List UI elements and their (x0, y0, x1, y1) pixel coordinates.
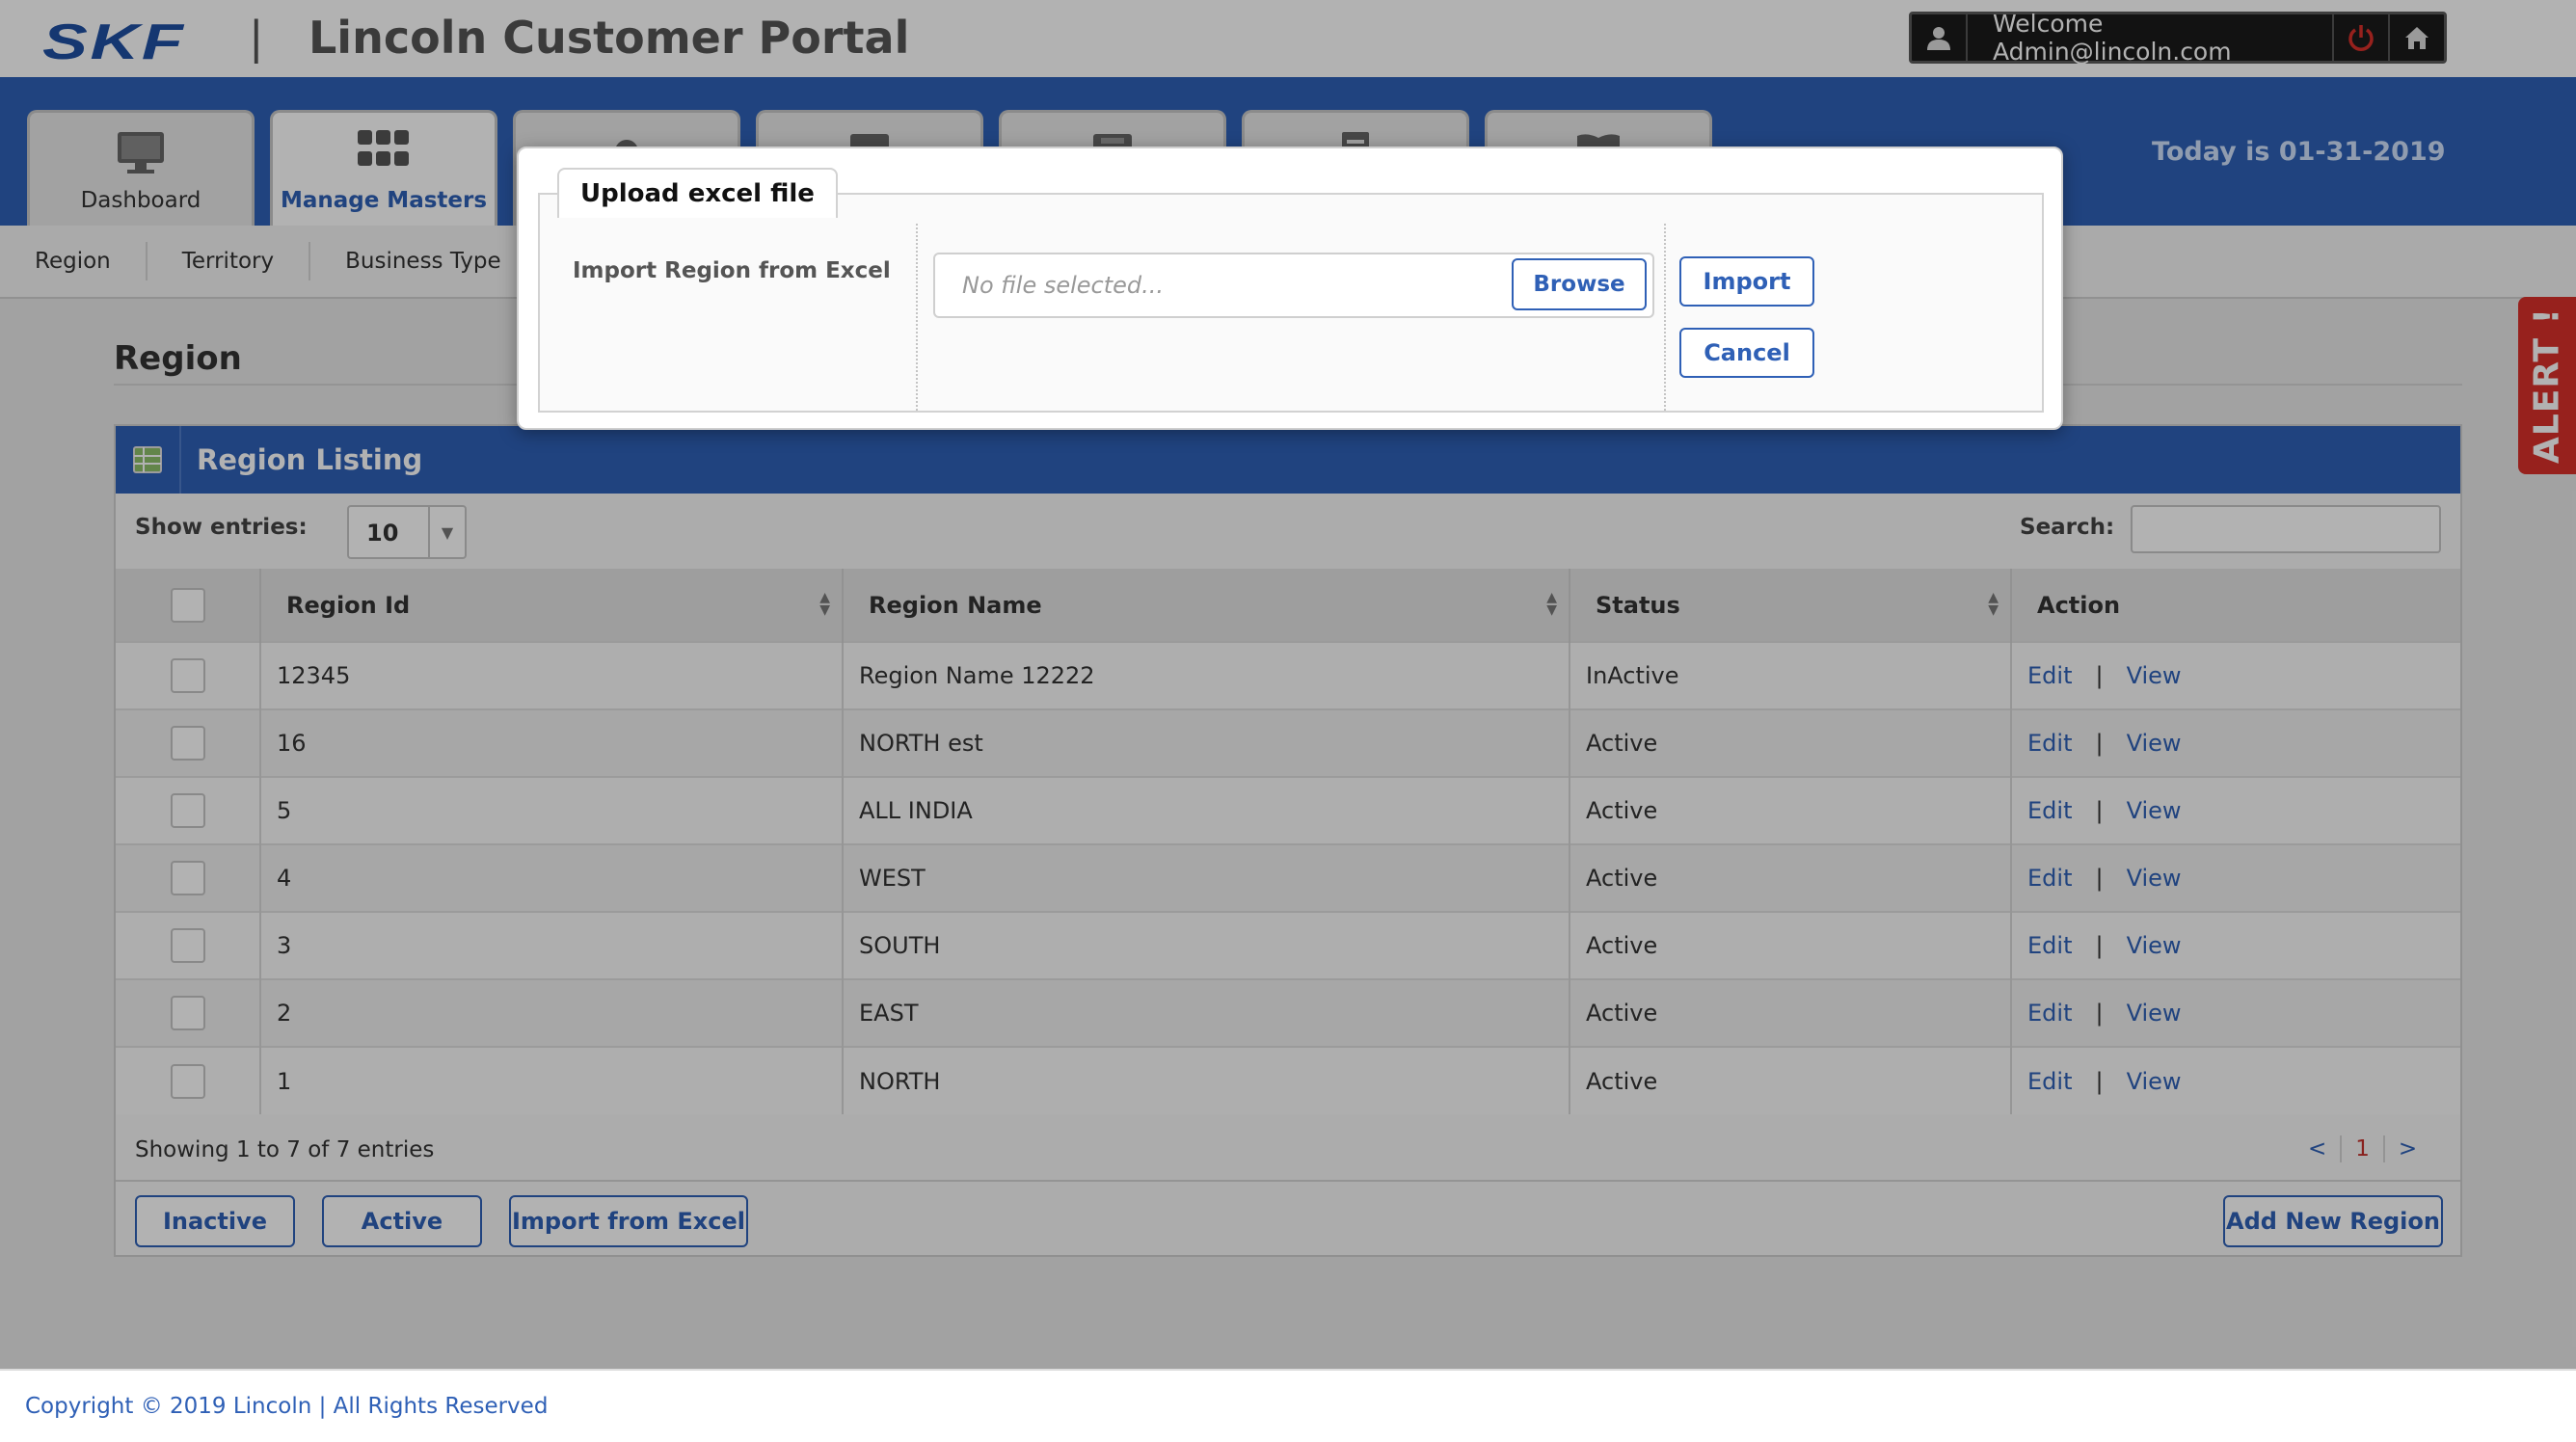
import-button[interactable]: Import (1679, 256, 1814, 307)
site-footer: Copyright © 2019 Lincoln | All Rights Re… (0, 1369, 2576, 1442)
upload-excel-modal: Upload excel file Import Region from Exc… (517, 147, 2063, 430)
upload-fieldset: Import Region from Excel No file selecte… (538, 193, 2044, 413)
browse-button[interactable]: Browse (1512, 258, 1647, 310)
file-placeholder: No file selected... (962, 272, 1165, 299)
cancel-button[interactable]: Cancel (1679, 328, 1814, 378)
file-input[interactable]: No file selected... Browse (933, 253, 1654, 318)
modal-title: Upload excel file (557, 168, 838, 218)
field-label-column: Import Region from Excel (540, 224, 918, 411)
file-input-column: No file selected... Browse (918, 224, 1666, 411)
copyright-text: Copyright © 2019 Lincoln | All Rights Re… (25, 1394, 549, 1419)
import-region-label: Import Region from Excel (573, 258, 891, 283)
